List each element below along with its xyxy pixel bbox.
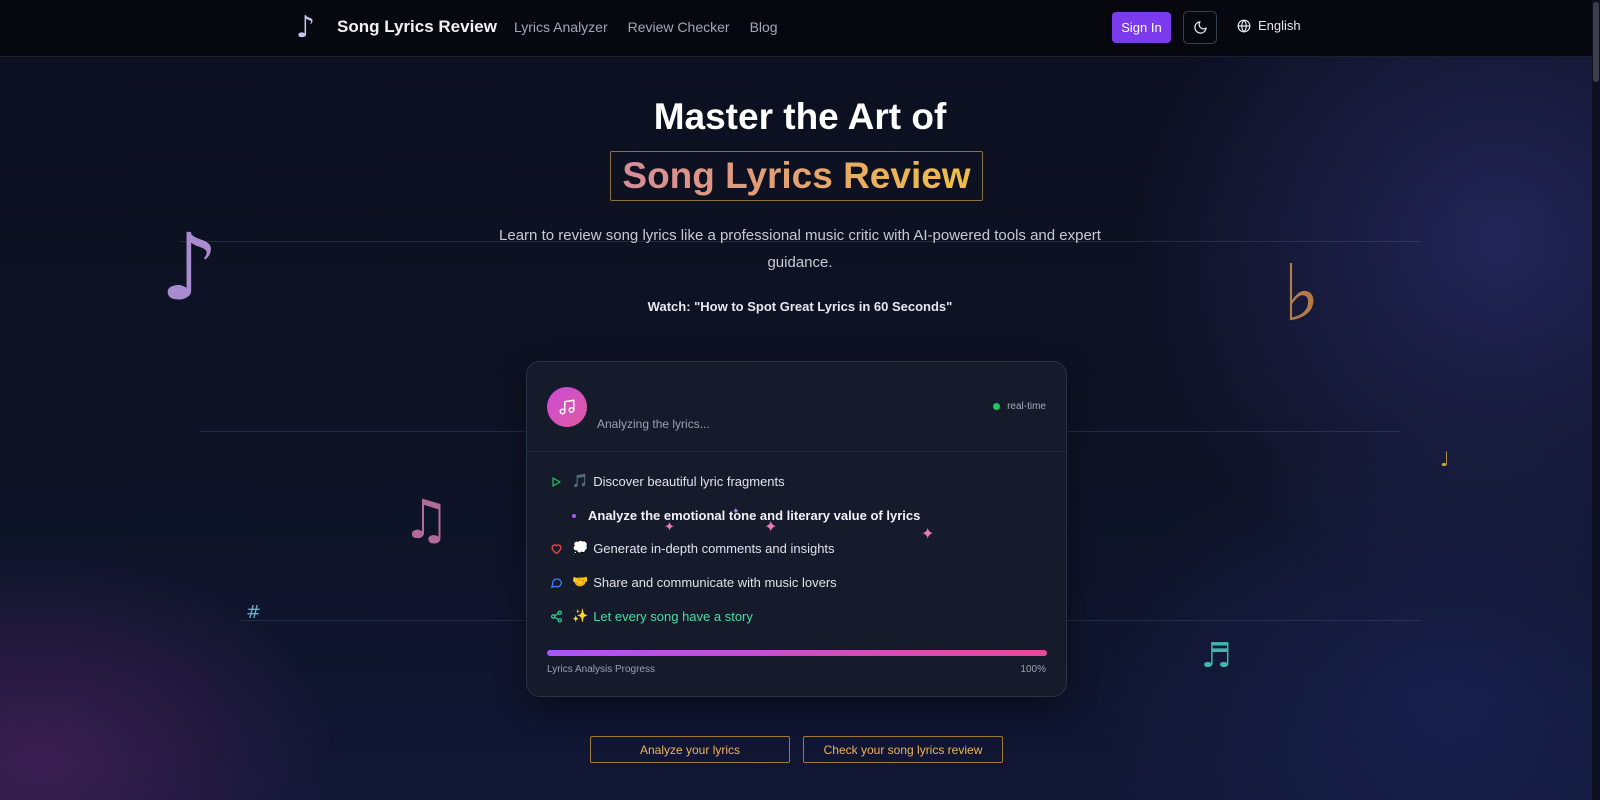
step-text: Let every song have a story	[593, 609, 753, 624]
heart-icon	[549, 542, 563, 556]
live-indicator: real-time	[993, 401, 1046, 412]
play-icon	[549, 475, 563, 489]
sparkle-icon: ✦	[664, 520, 675, 535]
step-emoji: 💭	[572, 541, 589, 556]
step-emoji: 🎵	[572, 474, 589, 489]
step-story: ✨ Let every song have a story	[549, 609, 753, 624]
progress-fill	[547, 650, 1047, 656]
sparkle-icon: ✦	[732, 507, 740, 517]
check-review-button[interactable]: Check your song lyrics review	[803, 736, 1003, 763]
card-header: Analyzing the lyrics... real-time	[527, 362, 1066, 452]
nav-blog[interactable]: Blog	[750, 19, 778, 35]
progress-bar	[547, 650, 1047, 656]
step-generate: 💭 Generate in-depth comments and insight…	[549, 541, 835, 556]
music-note-icon[interactable]: ♪	[296, 10, 322, 46]
step-emoji: ✨	[572, 609, 589, 624]
floating-beamed-notes-icon: ♫	[402, 488, 451, 551]
brand-name[interactable]: Song Lyrics Review	[337, 17, 497, 37]
sparkle-icon: ✦	[764, 517, 778, 536]
dot-icon	[567, 509, 581, 523]
live-label: real-time	[1007, 401, 1046, 412]
watch-video-link[interactable]: Watch: "How to Spot Great Lyrics in 60 S…	[0, 299, 1600, 314]
main-nav: Lyrics Analyzer Review Checker Blog	[514, 19, 798, 35]
step-text: Discover beautiful lyric fragments	[593, 474, 785, 489]
step-discover: 🎵 Discover beautiful lyric fragments	[549, 474, 785, 489]
step-emoji: 🤝	[572, 575, 589, 590]
step-share: 🤝 Share and communicate with music lover…	[549, 575, 837, 590]
chat-bubble-icon	[549, 576, 563, 590]
page: ♪ ♭ ♫ # ♩ ♬ ♪ Song Lyrics Review Lyrics …	[0, 0, 1600, 800]
nav-lyrics-analyzer[interactable]: Lyrics Analyzer	[514, 19, 608, 35]
scrollbar[interactable]	[1592, 0, 1600, 800]
moon-icon	[1193, 21, 1207, 34]
floating-quarter-note-icon: ♩	[1440, 447, 1450, 471]
avatar	[547, 387, 587, 427]
step-analyze: Analyze the emotional tone and literary …	[567, 508, 920, 523]
hero-title: Master the Art of	[653, 96, 947, 137]
sign-in-button[interactable]: Sign In	[1112, 12, 1171, 43]
progress-label: Lyrics Analysis Progress	[547, 664, 655, 675]
floating-flat-icon: ♭	[1283, 249, 1320, 339]
language-label: English	[1258, 18, 1301, 33]
floating-sharp-icon: #	[246, 602, 262, 623]
music-note-icon	[559, 399, 575, 415]
live-dot-icon	[993, 403, 1001, 410]
step-text: Analyze the emotional tone and literary …	[588, 508, 921, 523]
analysis-status: Analyzing the lyrics...	[597, 417, 710, 431]
theme-toggle-button[interactable]	[1183, 11, 1217, 44]
step-text: Share and communicate with music lovers	[593, 575, 837, 590]
sparkle-icon: ✦	[921, 524, 935, 543]
step-text: Generate in-depth comments and insights	[593, 541, 835, 556]
globe-icon	[1237, 19, 1251, 32]
share-icon	[549, 610, 563, 624]
lyrics-analysis-card: Analyzing the lyrics... real-time 🎵 Disc…	[526, 361, 1067, 697]
progress-value: 100%	[1020, 664, 1046, 675]
top-navbar: ♪ Song Lyrics Review Lyrics Analyzer Rev…	[0, 0, 1600, 57]
nav-review-checker[interactable]: Review Checker	[628, 19, 730, 35]
scrollbar-thumb[interactable]	[1593, 2, 1599, 82]
floating-beamed-notes-icon: ♬	[1201, 636, 1232, 676]
analyze-lyrics-button[interactable]: Analyze your lyrics	[590, 736, 790, 763]
language-selector[interactable]: English	[1237, 18, 1301, 33]
hero-subtitle: Learn to review song lyrics like a profe…	[499, 227, 1101, 271]
hero-highlight: Song Lyrics Review	[610, 151, 983, 201]
